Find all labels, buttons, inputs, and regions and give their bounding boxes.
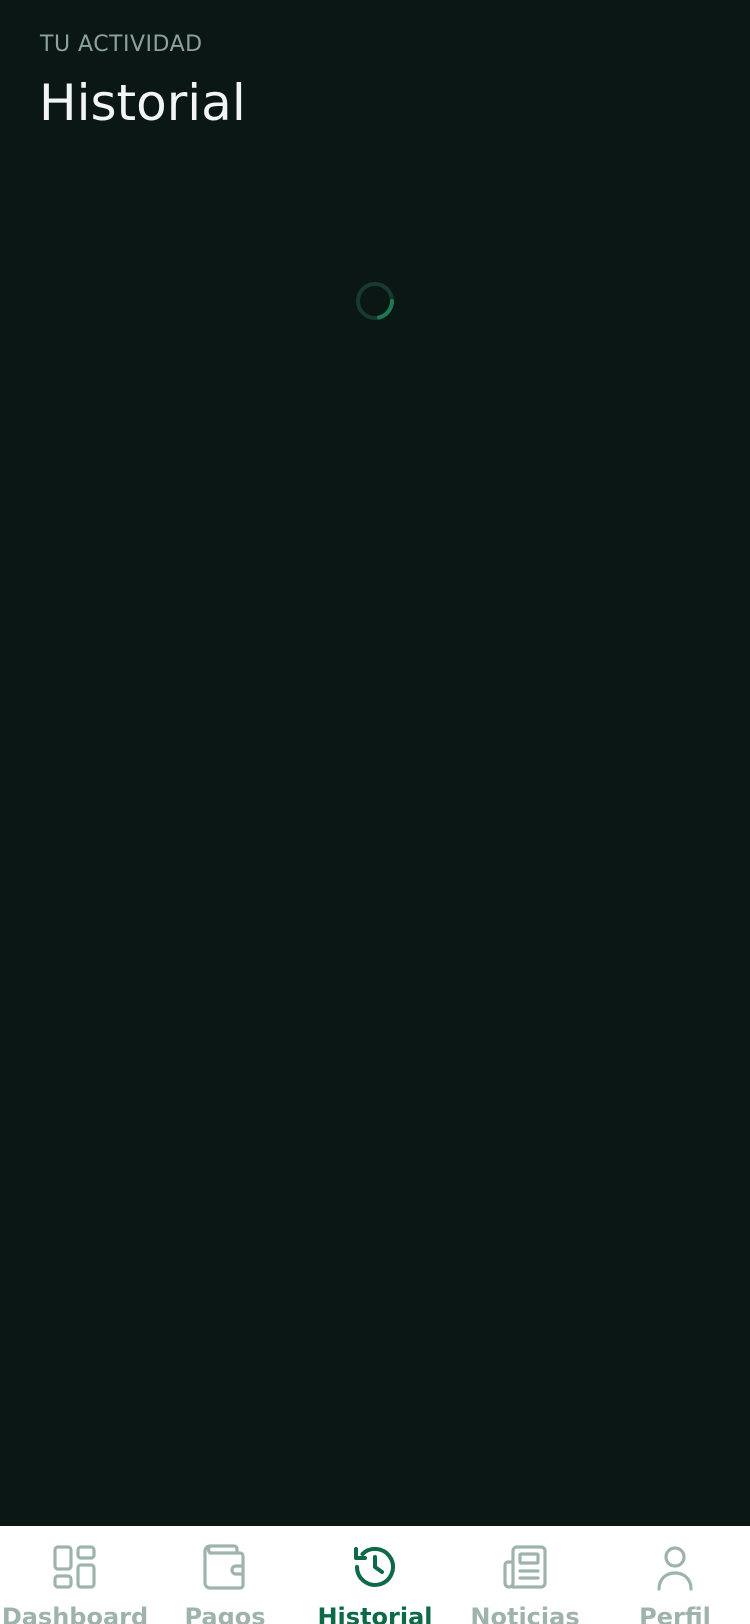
- nav-label-historial: Historial: [317, 1603, 433, 1624]
- loading-spinner: [356, 282, 394, 320]
- nav-label-perfil: Perfil: [639, 1603, 711, 1624]
- wallet-icon: [203, 1544, 245, 1590]
- bottom-navigation: Dashboard Pagos Historial Noticias Perfi…: [0, 1526, 750, 1624]
- nav-item-noticias[interactable]: Noticias: [450, 1526, 600, 1624]
- nav-label-pagos: Pagos: [184, 1603, 266, 1624]
- nav-item-pagos[interactable]: Pagos: [150, 1526, 300, 1624]
- page-title: Historial: [39, 74, 246, 132]
- section-eyebrow: TU ACTIVIDAD: [40, 32, 203, 57]
- history-clock-icon: [354, 1546, 395, 1587]
- nav-label-dashboard: Dashboard: [1, 1603, 149, 1624]
- nav-item-perfil[interactable]: Perfil: [600, 1526, 750, 1624]
- history-screen: TU ACTIVIDAD Historial: [0, 0, 750, 1526]
- nav-item-historial[interactable]: Historial: [300, 1526, 450, 1624]
- nav-item-dashboard[interactable]: Dashboard: [0, 1526, 150, 1624]
- newspaper-icon: [503, 1545, 547, 1589]
- dashboard-grid-icon: [53, 1545, 96, 1589]
- nav-label-noticias: Noticias: [470, 1603, 580, 1624]
- user-icon: [657, 1546, 693, 1591]
